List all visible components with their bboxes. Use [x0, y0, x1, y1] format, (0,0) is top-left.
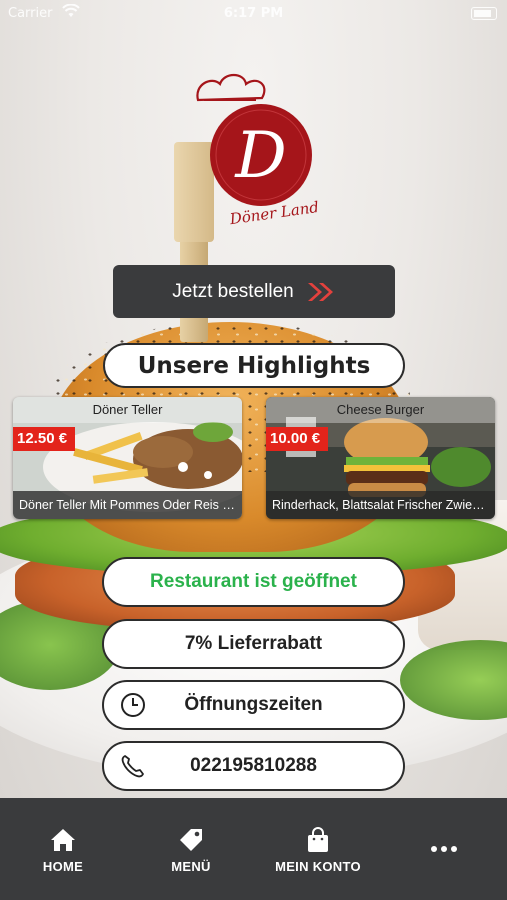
price-badge: 10.00 € — [266, 427, 329, 451]
doner-land-logo: D Döner Land — [196, 73, 320, 228]
phone-number: 022195810288 — [190, 755, 317, 776]
logo-monogram: D — [234, 119, 286, 193]
card-description: Döner Teller Mit Pommes Oder Reis Und ..… — [13, 491, 242, 519]
battery-icon — [471, 7, 497, 20]
opening-hours-button[interactable]: Öffnungszeiten — [102, 680, 405, 730]
clock-icon — [121, 693, 145, 717]
order-now-label: Jetzt bestellen — [172, 280, 294, 302]
status-label: Restaurant ist geöffnet — [150, 571, 357, 592]
double-chevron-right-icon — [307, 282, 333, 301]
hours-label: Öffnungszeiten — [184, 694, 323, 715]
phone-icon — [121, 755, 144, 778]
more-icon — [431, 846, 457, 852]
status-bar: Carrier 6:17 PM — [0, 0, 507, 28]
tag-icon — [180, 829, 202, 851]
tab-my-account[interactable]: MEIN KONTO — [262, 798, 374, 900]
card-title: Cheese Burger — [266, 397, 495, 423]
card-title: Döner Teller — [13, 397, 242, 423]
tab-label: HOME — [42, 859, 84, 874]
clock: 6:17 PM — [223, 6, 284, 21]
price-badge: 12.50 € — [13, 427, 76, 451]
tab-label: MENÜ — [171, 859, 211, 874]
tab-more[interactable] — [414, 798, 474, 900]
highlights-title: Unsere Highlights — [103, 343, 405, 388]
discount-label: 7% Lieferrabatt — [184, 633, 323, 654]
restaurant-status-button[interactable]: Restaurant ist geöffnet — [102, 557, 405, 607]
order-now-button[interactable]: Jetzt bestellen — [113, 265, 395, 318]
tab-label: MEIN KONTO — [275, 859, 361, 874]
highlight-card-cheese-burger[interactable]: Cheese Burger 10.00 € Rinderhack, Blatts… — [266, 397, 495, 519]
tab-menu[interactable]: MENÜ — [158, 798, 224, 900]
delivery-discount-button[interactable]: 7% Lieferrabatt — [102, 619, 405, 669]
tab-home[interactable]: HOME — [30, 798, 96, 900]
bag-icon — [308, 827, 328, 852]
bottom-tab-bar: HOME MENÜ MEIN KONTO — [0, 798, 507, 900]
highlight-card-doner-teller[interactable]: Döner Teller 12.50 € Döner Teller Mit Po… — [13, 397, 242, 519]
card-description: Rinderhack, Blattsalat Frischer Zwiebelr… — [266, 491, 495, 519]
phone-button[interactable]: 022195810288 — [102, 741, 405, 791]
home-icon — [51, 829, 75, 851]
